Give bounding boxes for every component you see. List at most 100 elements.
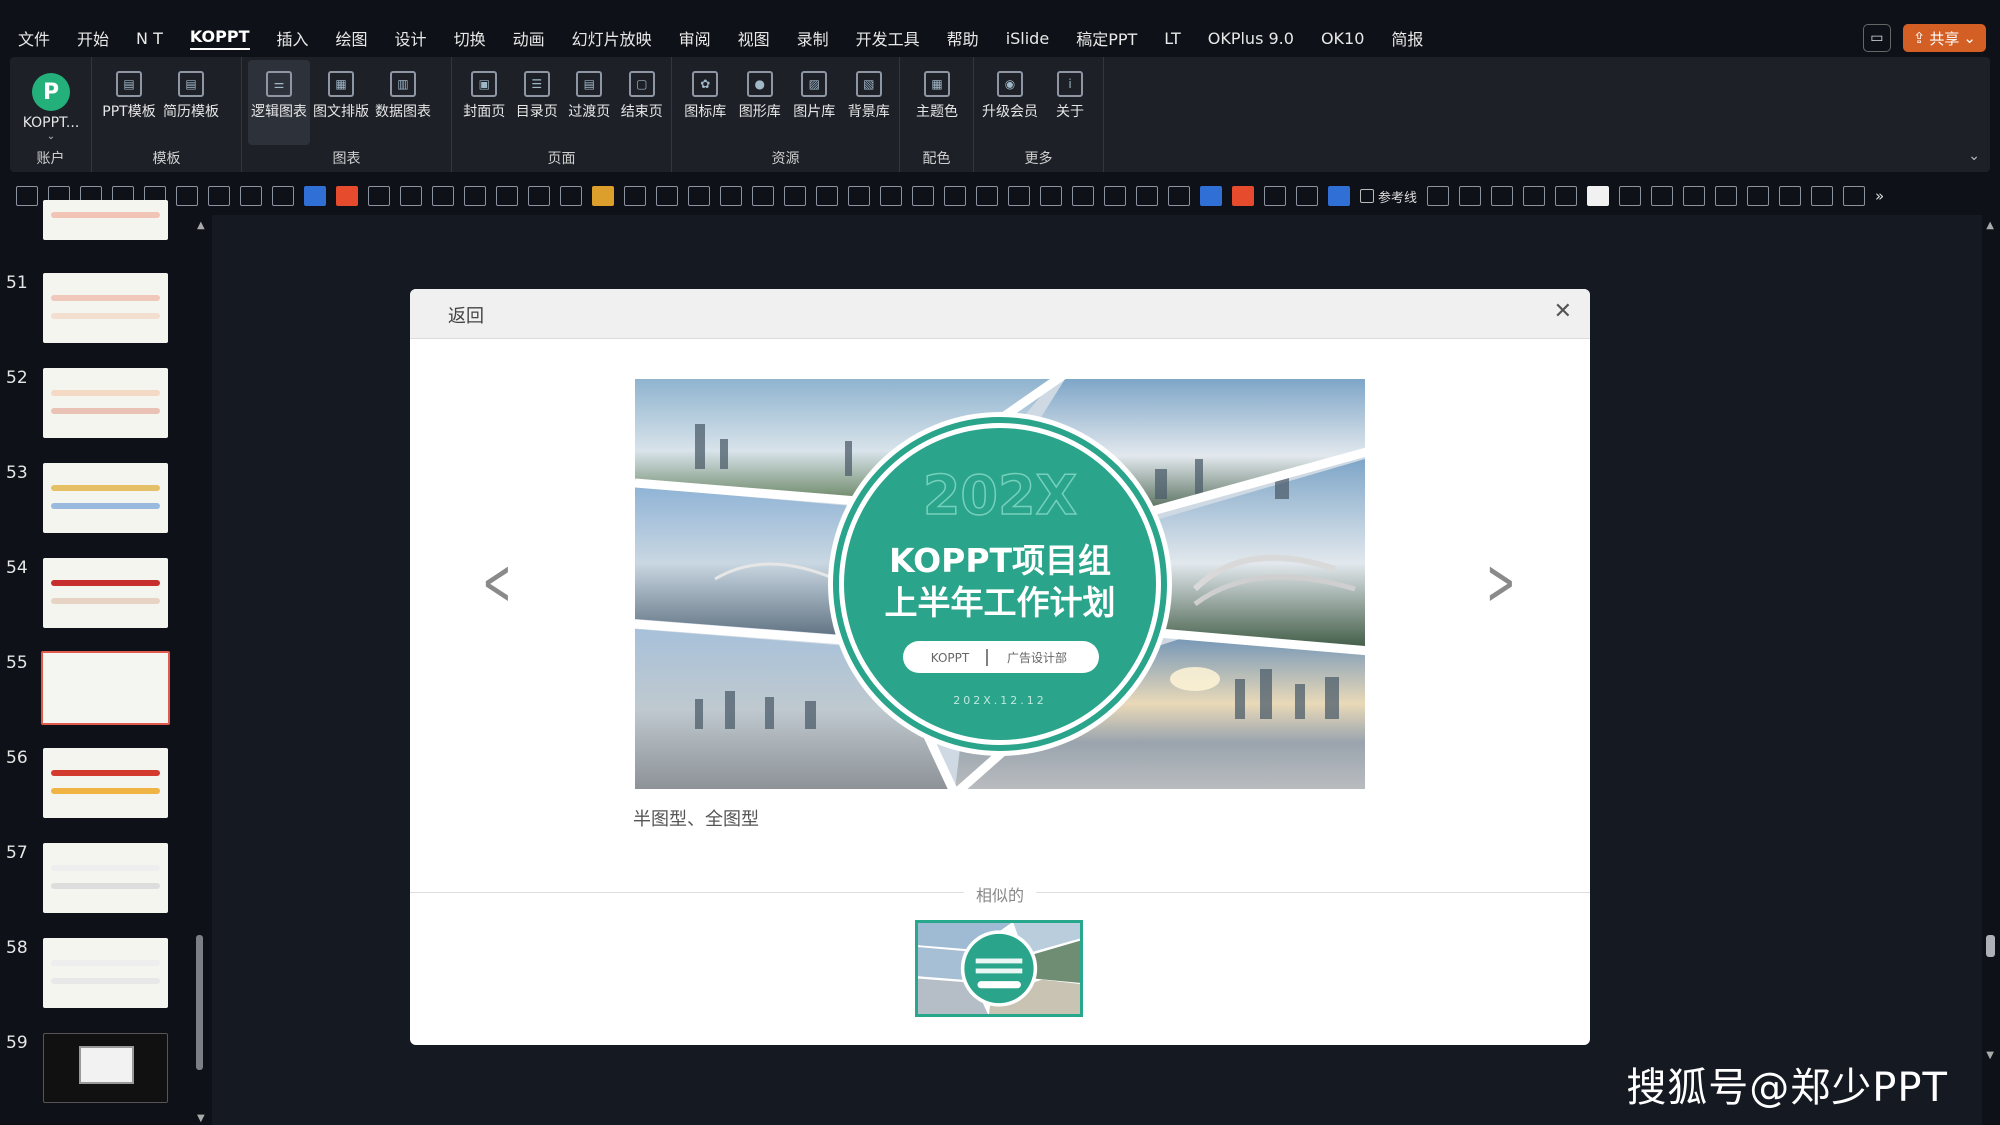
toolbar-tool-icon[interactable]: [1715, 186, 1738, 206]
toolbar-tool-icon[interactable]: [1200, 186, 1222, 206]
ribbon-button-more-1[interactable]: i 关于: [1040, 65, 1100, 121]
menu-item[interactable]: 文件: [18, 26, 50, 50]
account-button[interactable]: P KOPPT... ⌄: [16, 65, 86, 142]
slide-row[interactable]: 53: [0, 463, 180, 543]
toolbar-tool-icon[interactable]: [1168, 186, 1190, 206]
toolbar-tool-icon[interactable]: [1523, 186, 1546, 206]
toolbar-tool-icon[interactable]: [400, 186, 422, 206]
toolbar-tool-icon[interactable]: [1491, 186, 1514, 206]
toolbar-tool-icon[interactable]: [784, 186, 806, 206]
toolbar-tool-icon[interactable]: [1264, 186, 1286, 206]
menu-item[interactable]: 简报: [1391, 26, 1423, 50]
slide-panel-scrollbar[interactable]: [196, 935, 203, 1070]
toolbar-tool-icon[interactable]: [368, 186, 390, 206]
toolbar-tool-icon[interactable]: [176, 186, 198, 206]
ribbon-button-page-3[interactable]: ▢ 结束页: [616, 65, 669, 121]
slide-row[interactable]: 59: [0, 1033, 180, 1113]
slide-thumbnail[interactable]: [43, 1033, 168, 1103]
comment-icon[interactable]: ▭: [1862, 24, 1891, 52]
toolbar-tool-icon[interactable]: [1072, 186, 1094, 206]
toolbar-tool-icon[interactable]: [1587, 186, 1610, 206]
toolbar-tool-icon[interactable]: [816, 186, 838, 206]
guide-checkbox[interactable]: 参考线: [1360, 187, 1417, 206]
ribbon-button-template-0[interactable]: ▤ PPT模板: [98, 65, 160, 121]
slide-row[interactable]: 52: [0, 368, 180, 448]
back-link[interactable]: 返回: [448, 302, 484, 328]
menu-item[interactable]: 设计: [395, 26, 427, 50]
toolbar-tool-icon[interactable]: [336, 186, 358, 206]
toolbar-tool-icon[interactable]: [880, 186, 902, 206]
ribbon-button-resource-1[interactable]: ● 图形库: [733, 65, 788, 121]
share-button[interactable]: ⇪ 共享 ⌄: [1902, 24, 1986, 52]
canvas-scrollbar[interactable]: [1986, 935, 1995, 957]
slide-thumbnail[interactable]: [41, 651, 170, 725]
more-tools-icon[interactable]: »: [1875, 187, 1884, 205]
toolbar-tool-icon[interactable]: [688, 186, 710, 206]
toolbar-tool-icon[interactable]: [1811, 186, 1834, 206]
menu-item[interactable]: OKPlus 9.0: [1208, 29, 1294, 48]
menu-item[interactable]: 开发工具: [856, 26, 920, 50]
menu-item[interactable]: 插入: [277, 26, 309, 50]
slide-row[interactable]: 55: [0, 651, 180, 733]
next-arrow-icon[interactable]: >: [1486, 551, 1515, 615]
menu-item[interactable]: 录制: [797, 26, 829, 50]
ribbon-button-chart-0[interactable]: ⚌ 逻辑图表: [248, 60, 310, 145]
canvas-scroll-up-icon[interactable]: ▲: [1986, 220, 1994, 231]
menu-item[interactable]: 动画: [513, 26, 545, 50]
toolbar-tool-icon[interactable]: [464, 186, 486, 206]
menu-item[interactable]: 帮助: [947, 26, 979, 50]
slide-thumbnail[interactable]: [43, 463, 168, 533]
toolbar-tool-icon[interactable]: [1008, 186, 1030, 206]
ribbon-button-resource-3[interactable]: ▧ 背景库: [842, 65, 897, 121]
toolbar-tool-icon[interactable]: [208, 186, 230, 206]
menu-item[interactable]: N T: [136, 29, 163, 48]
slide-thumbnail[interactable]: [43, 200, 168, 240]
menu-item[interactable]: KOPPT: [189, 27, 250, 50]
scroll-up-icon[interactable]: ▲: [197, 220, 205, 231]
toolbar-tool-icon[interactable]: [1651, 186, 1674, 206]
ribbon-button-resource-2[interactable]: ▨ 图片库: [787, 65, 842, 121]
toolbar-tool-icon[interactable]: [304, 186, 326, 206]
ribbon-button-resource-0[interactable]: ✿ 图标库: [678, 65, 733, 121]
toolbar-tool-icon[interactable]: [528, 186, 550, 206]
slide-row[interactable]: 57: [0, 843, 180, 923]
menu-item[interactable]: OK10: [1321, 29, 1364, 48]
slide-thumbnail[interactable]: [43, 558, 168, 628]
toolbar-tool-icon[interactable]: [1104, 186, 1126, 206]
slide-row[interactable]: 58: [0, 938, 180, 1018]
toolbar-tool-icon[interactable]: [1459, 186, 1482, 206]
menu-item[interactable]: 稿定PPT: [1076, 26, 1137, 50]
scroll-down-icon[interactable]: ▼: [197, 1113, 205, 1124]
toolbar-tool-icon[interactable]: [1040, 186, 1062, 206]
slide-row[interactable]: 51: [0, 273, 180, 353]
toolbar-tool-icon[interactable]: [848, 186, 870, 206]
toolbar-tool-icon[interactable]: [432, 186, 454, 206]
toolbar-tool-icon[interactable]: [496, 186, 518, 206]
toolbar-tool-icon[interactable]: [1747, 186, 1770, 206]
slide-thumbnail[interactable]: [43, 843, 168, 913]
slide-thumbnail[interactable]: [43, 368, 168, 438]
ribbon-button-page-2[interactable]: ▤ 过渡页: [563, 65, 616, 121]
menu-item[interactable]: 审阅: [679, 26, 711, 50]
menu-item[interactable]: 绘图: [336, 26, 368, 50]
menu-item[interactable]: 切换: [454, 26, 486, 50]
ribbon-button-template-1[interactable]: ▤ 简历模板: [160, 65, 222, 121]
toolbar-tool-icon[interactable]: [1427, 186, 1450, 206]
menu-item[interactable]: iSlide: [1006, 29, 1050, 48]
toolbar-tool-icon[interactable]: [912, 186, 934, 206]
toolbar-tool-icon[interactable]: [1296, 186, 1318, 206]
collapse-ribbon-icon[interactable]: ⌄: [1968, 148, 1980, 164]
toolbar-tool-icon[interactable]: [1136, 186, 1158, 206]
menu-item[interactable]: 开始: [77, 26, 109, 50]
ribbon-button-chart-2[interactable]: ▥ 数据图表: [372, 65, 434, 121]
ribbon-button-color-0[interactable]: ▦ 主题色: [906, 65, 968, 121]
toolbar-tool-icon[interactable]: [1328, 186, 1350, 206]
ribbon-button-more-0[interactable]: ◉ 升级会员: [980, 65, 1040, 121]
toolbar-tool-icon[interactable]: [592, 186, 614, 206]
slide-row[interactable]: 56: [0, 748, 180, 828]
toolbar-tool-icon[interactable]: [1779, 186, 1802, 206]
menu-item[interactable]: LT: [1164, 29, 1180, 48]
toolbar-tool-icon[interactable]: [944, 186, 966, 206]
toolbar-tool-icon[interactable]: [976, 186, 998, 206]
toolbar-tool-icon[interactable]: [16, 186, 38, 206]
